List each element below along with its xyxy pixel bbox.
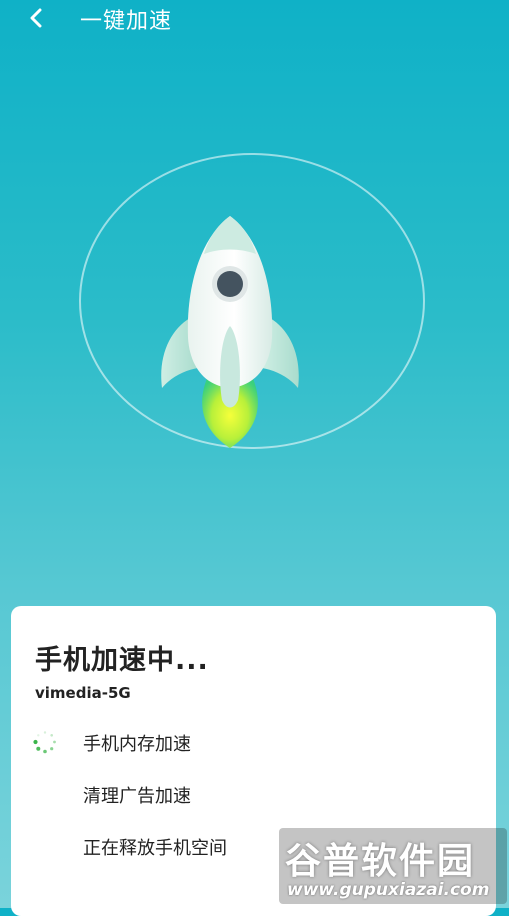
- back-button[interactable]: [22, 4, 50, 32]
- network-name: vimedia-5G: [35, 684, 131, 702]
- watermark-brand: 谷普软件园: [285, 841, 476, 882]
- spinner-icon: [33, 731, 56, 754]
- rocket-icon: [161, 216, 299, 448]
- status-title: 手机加速中...: [35, 645, 209, 676]
- watermark: 谷普软件园 www.gupuxiazai.com: [279, 828, 507, 904]
- page-title: 一键加速: [80, 9, 173, 34]
- task-free-space: 正在释放手机空间: [83, 838, 227, 859]
- chevron-left-icon: [30, 8, 42, 28]
- task-memory-boost: 手机内存加速: [83, 734, 191, 755]
- watermark-url: www.gupuxiazai.com: [287, 880, 490, 900]
- app-header: 一键加速: [0, 0, 509, 40]
- task-ad-cleanup: 清理广告加速: [83, 786, 191, 807]
